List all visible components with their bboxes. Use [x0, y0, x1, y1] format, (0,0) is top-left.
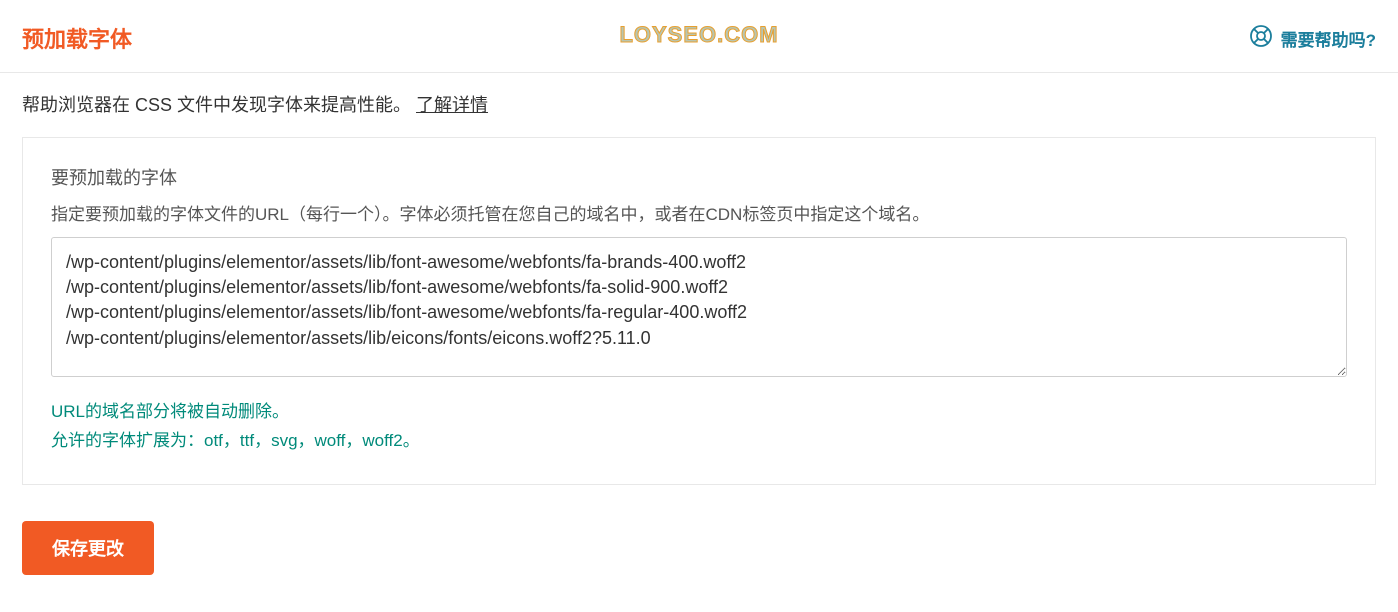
- hint-domain-removed: URL的域名部分将被自动删除。: [51, 398, 1347, 427]
- section-title: 预加载字体: [22, 22, 132, 54]
- form-box: 要预加载的字体 指定要预加载的字体文件的URL（每行一个）。字体必须托管在您自己…: [22, 137, 1376, 485]
- help-link[interactable]: 需要帮助吗?: [1249, 24, 1376, 53]
- hint-allowed-extensions: 允许的字体扩展为：otf，ttf，svg，woff，woff2。: [51, 427, 1347, 456]
- help-icon: [1249, 24, 1273, 53]
- form-label: 要预加载的字体: [51, 164, 1347, 190]
- help-link-label: 需要帮助吗?: [1281, 26, 1376, 51]
- preload-fonts-textarea[interactable]: [51, 237, 1347, 377]
- section-description: 帮助浏览器在 CSS 文件中发现字体来提高性能。 了解详情: [0, 73, 1398, 137]
- learn-more-link[interactable]: 了解详情: [416, 95, 488, 115]
- form-help-text: 指定要预加载的字体文件的URL（每行一个）。字体必须托管在您自己的域名中，或者在…: [51, 200, 1347, 225]
- description-text: 帮助浏览器在 CSS 文件中发现字体来提高性能。: [22, 95, 416, 115]
- save-button[interactable]: 保存更改: [22, 521, 154, 575]
- watermark-text: LOYSEO.COM: [619, 22, 778, 48]
